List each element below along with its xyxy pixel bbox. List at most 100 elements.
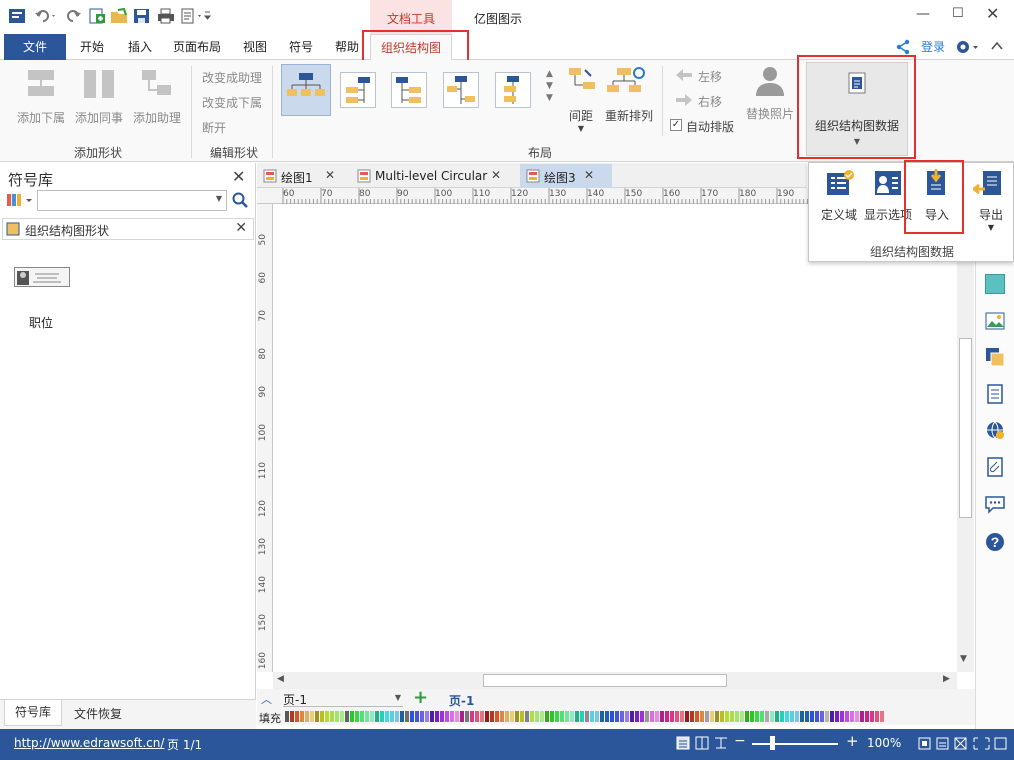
layout-style-2-button[interactable] (340, 72, 376, 108)
color-swatch[interactable] (750, 711, 754, 722)
color-swatch[interactable] (585, 711, 589, 722)
app-logo-icon[interactable] (8, 8, 26, 24)
color-swatch[interactable] (545, 711, 549, 722)
color-swatch[interactable] (810, 711, 814, 722)
color-swatch[interactable] (745, 711, 749, 722)
tab-page-layout[interactable]: 页面布局 (168, 34, 226, 60)
color-swatch[interactable] (740, 711, 744, 722)
color-swatch[interactable] (440, 711, 444, 722)
color-swatch[interactable] (775, 711, 779, 722)
color-swatch[interactable] (400, 711, 404, 722)
vertical-scroll-thumb[interactable] (959, 338, 972, 518)
add-colleague-button[interactable]: 添加同事 (72, 68, 126, 126)
color-swatch[interactable] (475, 711, 479, 722)
color-swatch[interactable] (570, 711, 574, 722)
color-swatch[interactable] (345, 711, 349, 722)
color-swatches[interactable] (285, 711, 885, 722)
color-swatch[interactable] (825, 711, 829, 722)
color-swatch[interactable] (855, 711, 859, 722)
define-field-button[interactable]: 定义域 (815, 169, 863, 225)
color-swatch[interactable] (290, 711, 294, 722)
layout-style-5-button[interactable] (495, 72, 531, 108)
color-swatch[interactable] (630, 711, 634, 722)
color-swatch[interactable] (590, 711, 594, 722)
display-options-button[interactable]: 显示选项 (863, 169, 913, 225)
fit-page-icons[interactable] (918, 736, 1008, 755)
tab-view[interactable]: 视图 (236, 34, 274, 60)
add-assistant-button[interactable]: 添加助理 (130, 68, 184, 126)
color-swatch[interactable] (515, 711, 519, 722)
fill-panel-icon[interactable] (985, 274, 1005, 294)
color-swatch[interactable] (700, 711, 704, 722)
color-swatch[interactable] (455, 711, 459, 722)
color-swatch[interactable] (705, 711, 709, 722)
horizontal-scroll-thumb[interactable] (483, 674, 727, 687)
color-swatch[interactable] (635, 711, 639, 722)
page-bar-expand-icon[interactable]: ︿ (261, 691, 272, 707)
color-swatch[interactable] (490, 711, 494, 722)
replace-photo-button[interactable]: 替换照片 (744, 64, 796, 122)
color-swatch[interactable] (695, 711, 699, 722)
color-swatch[interactable] (865, 711, 869, 722)
color-swatch[interactable] (395, 711, 399, 722)
color-swatch[interactable] (350, 711, 354, 722)
color-swatch[interactable] (680, 711, 684, 722)
spacing-button[interactable]: 间距 ▼ (563, 64, 599, 144)
close-tab-icon[interactable]: ✕ (584, 168, 594, 182)
color-swatch[interactable] (580, 711, 584, 722)
ribbon-collapse-icon[interactable] (990, 40, 1004, 55)
color-swatch[interactable] (795, 711, 799, 722)
color-swatch[interactable] (530, 711, 534, 722)
close-icon[interactable]: ✕ (986, 4, 999, 23)
color-swatch[interactable] (500, 711, 504, 722)
color-swatch[interactable] (445, 711, 449, 722)
maximize-icon[interactable]: ☐ (952, 6, 964, 21)
color-swatch[interactable] (420, 711, 424, 722)
color-swatch[interactable] (655, 711, 659, 722)
comment-icon[interactable] (985, 494, 1005, 514)
move-right-button[interactable]: 右移 (674, 93, 722, 110)
zoom-out-icon[interactable]: − (734, 733, 746, 749)
add-subordinate-button[interactable]: 添加下属 (16, 68, 66, 126)
page-select-dropdown[interactable]: 页-1 ▼ (283, 691, 403, 707)
color-swatch[interactable] (845, 711, 849, 722)
color-swatch[interactable] (685, 711, 689, 722)
tab-help[interactable]: 帮助 (328, 34, 366, 60)
color-swatch[interactable] (615, 711, 619, 722)
color-swatch[interactable] (525, 711, 529, 722)
color-swatch[interactable] (715, 711, 719, 722)
close-tab-icon[interactable]: ✕ (491, 168, 501, 182)
layout-gallery-scroll[interactable]: ▲ ▼ ▼ (546, 68, 556, 104)
tab-file-recovery[interactable]: 文件恢复 (74, 705, 122, 722)
color-swatch[interactable] (870, 711, 874, 722)
color-swatch[interactable] (595, 711, 599, 722)
color-swatch[interactable] (330, 711, 334, 722)
color-swatch[interactable] (780, 711, 784, 722)
color-swatch[interactable] (300, 711, 304, 722)
color-swatch[interactable] (295, 711, 299, 722)
color-swatch[interactable] (565, 711, 569, 722)
minimize-icon[interactable]: — (916, 6, 930, 22)
color-swatch[interactable] (540, 711, 544, 722)
org-chart-data-button[interactable]: 组织结构图数据 ▼ (806, 62, 908, 156)
scroll-right-icon[interactable]: ▶ (943, 674, 950, 684)
attachment-icon[interactable] (985, 457, 1005, 477)
tab-symbol-library[interactable]: 符号库 (4, 700, 62, 726)
doc-tab-drawing1[interactable]: 绘图1 ✕ (261, 166, 347, 188)
color-swatch[interactable] (645, 711, 649, 722)
color-swatch[interactable] (830, 711, 834, 722)
color-swatch[interactable] (800, 711, 804, 722)
color-swatch[interactable] (760, 711, 764, 722)
share-icon[interactable] (896, 39, 910, 58)
add-page-icon[interactable]: + (413, 687, 428, 708)
tab-insert[interactable]: 插入 (120, 34, 160, 60)
color-swatch[interactable] (675, 711, 679, 722)
hyperlink-globe-icon[interactable] (985, 420, 1005, 440)
color-swatch[interactable] (460, 711, 464, 722)
search-icon[interactable] (232, 192, 248, 211)
color-swatch[interactable] (320, 711, 324, 722)
color-swatch[interactable] (850, 711, 854, 722)
redo-icon[interactable] (64, 8, 82, 24)
color-swatch[interactable] (835, 711, 839, 722)
color-swatch[interactable] (660, 711, 664, 722)
